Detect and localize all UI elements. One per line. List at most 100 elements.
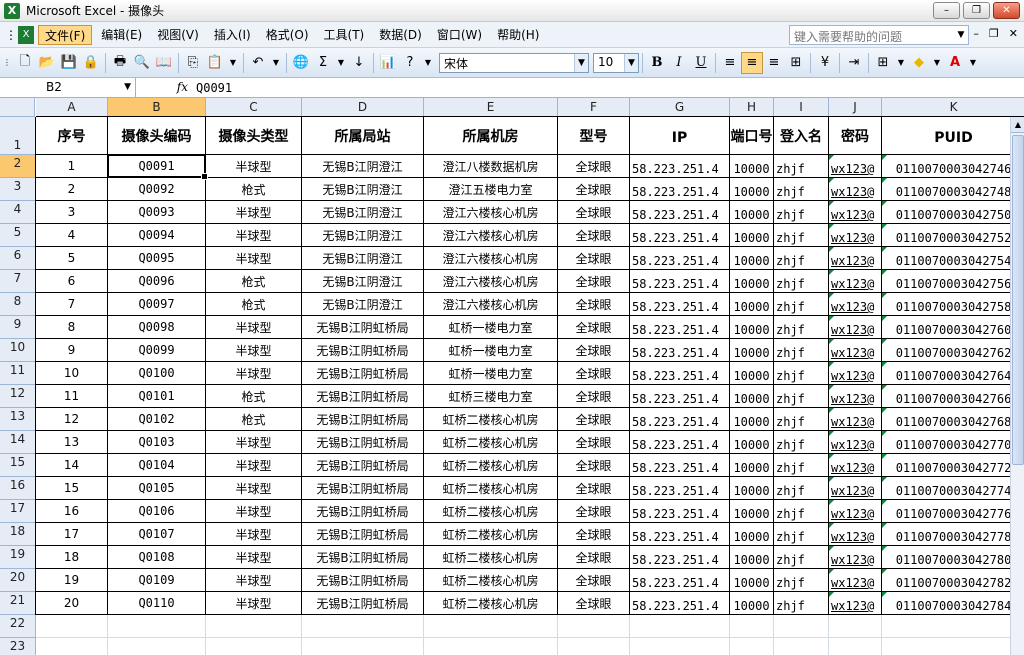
table-cell[interactable]: Q0104 (108, 454, 206, 477)
column-header[interactable]: E (424, 98, 558, 117)
chevron-down-icon[interactable]: ▼ (334, 52, 348, 74)
table-cell[interactable]: 无锡B江阴虹桥局 (302, 339, 424, 362)
table-cell[interactable]: 58.223.251.4 (630, 224, 730, 247)
column-header[interactable]: J (829, 98, 882, 117)
table-cell[interactable]: 无锡B江阴虹桥局 (302, 431, 424, 454)
table-cell[interactable]: zhjf (774, 408, 829, 431)
table-cell[interactable]: 澄江六楼核心机房 (424, 224, 558, 247)
table-cell[interactable]: 虹桥二楼核心机房 (424, 569, 558, 592)
table-cell[interactable]: wx123@ (829, 247, 882, 270)
table-cell[interactable]: 无锡B江阴虹桥局 (302, 477, 424, 500)
table-cell[interactable]: 0110070003042754 (882, 247, 1024, 270)
empty-cell[interactable] (108, 615, 206, 638)
open-icon[interactable]: 📂 (36, 52, 58, 74)
table-cell[interactable]: 10000 (730, 385, 774, 408)
row-header[interactable]: 10 (0, 339, 36, 362)
print-icon[interactable]: 🖶 (109, 52, 131, 74)
table-cell[interactable]: 半球型 (206, 155, 302, 178)
table-cell[interactable]: Q0098 (108, 316, 206, 339)
help-search-input[interactable]: 键入需要帮助的问题 ▼ (789, 25, 969, 45)
menu-window[interactable]: 窗口(W) (431, 25, 488, 45)
select-all-corner[interactable] (0, 98, 35, 117)
research-icon[interactable]: 📖 (153, 52, 175, 74)
menu-file[interactable]: 文件(F) (38, 24, 93, 45)
table-cell[interactable]: 无锡B江阴澄江 (302, 201, 424, 224)
table-cell[interactable]: 0110070003042766 (882, 385, 1024, 408)
table-cell[interactable]: zhjf (774, 316, 829, 339)
table-cell[interactable]: Q0096 (108, 270, 206, 293)
table-cell[interactable]: 0110070003042756 (882, 270, 1024, 293)
table-cell[interactable]: 全球眼 (558, 362, 630, 385)
table-cell[interactable]: zhjf (774, 523, 829, 546)
table-cell[interactable]: 半球型 (206, 362, 302, 385)
table-cell[interactable]: 58.223.251.4 (630, 546, 730, 569)
table-cell[interactable]: wx123@ (829, 224, 882, 247)
table-cell[interactable]: zhjf (774, 431, 829, 454)
table-cell[interactable]: 全球眼 (558, 546, 630, 569)
align-right-icon[interactable]: ≡ (763, 52, 785, 74)
table-cell[interactable]: wx123@ (829, 408, 882, 431)
row-header[interactable]: 3 (0, 178, 36, 201)
table-cell[interactable]: 半球型 (206, 316, 302, 339)
table-cell[interactable]: 7 (36, 293, 108, 316)
menu-view[interactable]: 视图(V) (151, 25, 205, 45)
table-cell[interactable]: 10000 (730, 546, 774, 569)
table-cell[interactable]: 58.223.251.4 (630, 316, 730, 339)
table-cell[interactable]: 4 (36, 224, 108, 247)
table-cell[interactable]: 10000 (730, 247, 774, 270)
italic-button[interactable]: I (668, 52, 690, 74)
table-cell[interactable]: wx123@ (829, 293, 882, 316)
table-cell[interactable]: Q0103 (108, 431, 206, 454)
chevron-down-icon[interactable]: ▼ (624, 53, 638, 72)
header-cell[interactable]: 登入名 (774, 117, 829, 155)
header-cell[interactable]: PUID (882, 117, 1024, 155)
table-cell[interactable]: 半球型 (206, 523, 302, 546)
table-cell[interactable]: wx123@ (829, 454, 882, 477)
table-cell[interactable]: 虹桥一楼电力室 (424, 362, 558, 385)
table-cell[interactable]: 0110070003042778 (882, 523, 1024, 546)
table-cell[interactable]: 无锡B江阴澄江 (302, 270, 424, 293)
empty-cell[interactable] (424, 638, 558, 655)
column-header[interactable]: C (206, 98, 302, 117)
table-cell[interactable]: 0110070003042780 (882, 546, 1024, 569)
table-cell[interactable]: 澄江六楼核心机房 (424, 247, 558, 270)
table-cell[interactable]: 无锡B江阴澄江 (302, 155, 424, 178)
header-cell[interactable]: 所属机房 (424, 117, 558, 155)
column-header[interactable]: D (302, 98, 424, 117)
row-header[interactable]: 1 (0, 117, 36, 155)
column-header[interactable]: B (108, 98, 206, 117)
table-cell[interactable]: 2 (36, 178, 108, 201)
font-name-select[interactable]: 宋体 ▼ (439, 52, 589, 73)
table-cell[interactable]: 无锡B江阴澄江 (302, 178, 424, 201)
row-header[interactable]: 4 (0, 201, 36, 224)
table-cell[interactable]: wx123@ (829, 270, 882, 293)
table-cell[interactable]: 10000 (730, 477, 774, 500)
table-cell[interactable]: 58.223.251.4 (630, 408, 730, 431)
table-cell[interactable]: Q0094 (108, 224, 206, 247)
doc-minimize-icon[interactable]: – (973, 27, 979, 40)
table-cell[interactable]: 虹桥一楼电力室 (424, 339, 558, 362)
table-cell[interactable]: 10000 (730, 270, 774, 293)
table-cell[interactable]: 无锡B江阴澄江 (302, 247, 424, 270)
table-cell[interactable]: 全球眼 (558, 293, 630, 316)
header-cell[interactable]: 型号 (558, 117, 630, 155)
table-cell[interactable]: 10000 (730, 408, 774, 431)
table-cell[interactable]: 无锡B江阴虹桥局 (302, 408, 424, 431)
empty-cell[interactable] (882, 615, 1024, 638)
menu-help[interactable]: 帮助(H) (491, 25, 545, 45)
menu-insert[interactable]: 插入(I) (208, 25, 257, 45)
column-header[interactable]: K (882, 98, 1024, 117)
header-cell[interactable]: IP (630, 117, 730, 155)
table-cell[interactable]: 1 (36, 155, 108, 178)
table-cell[interactable]: 58.223.251.4 (630, 454, 730, 477)
font-color-icon[interactable]: A (944, 52, 966, 74)
table-cell[interactable]: 58.223.251.4 (630, 293, 730, 316)
permission-icon[interactable]: 🔒 (80, 52, 102, 74)
align-center-icon[interactable]: ≡ (741, 51, 763, 74)
table-cell[interactable]: 全球眼 (558, 408, 630, 431)
empty-cell[interactable] (774, 615, 829, 638)
table-cell[interactable]: wx123@ (829, 201, 882, 224)
table-cell[interactable]: 枪式 (206, 385, 302, 408)
table-cell[interactable]: 58.223.251.4 (630, 339, 730, 362)
close-button[interactable]: ✕ (993, 2, 1020, 19)
